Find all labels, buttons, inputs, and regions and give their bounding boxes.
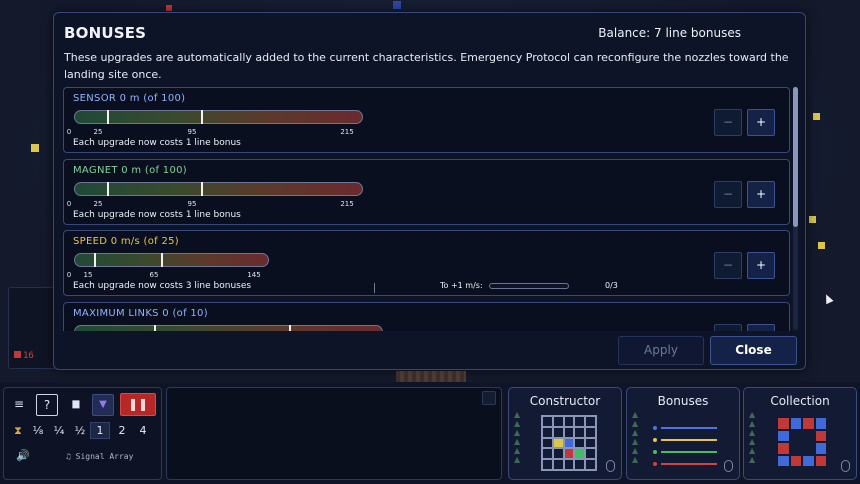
constructor-grid xyxy=(541,415,597,471)
mouse-icon xyxy=(724,460,733,472)
upgrade-magnet: MAGNET 0 m (of 100) 0 25 95 215 Each upg… xyxy=(63,159,790,225)
panel-toggle[interactable] xyxy=(482,391,496,405)
upgrade-cost: Each upgrade now costs 1 line bonus xyxy=(73,210,241,220)
upgrade-bar xyxy=(74,182,363,196)
scrollbar-thumb[interactable] xyxy=(793,87,798,227)
bar-tick-label: 145 xyxy=(247,271,261,279)
bar-tick-label: 0 xyxy=(66,200,72,208)
sound-icon[interactable]: 🔊 xyxy=(12,446,34,468)
debris-block xyxy=(166,5,172,11)
list-scrollbar[interactable] xyxy=(793,87,798,330)
bar-tick-label: 25 xyxy=(93,128,103,136)
bar-tick-label: 65 xyxy=(149,271,159,279)
decrease-button[interactable] xyxy=(714,324,742,331)
upgrade-speed: SPEED 0 m/s (of 25) 0 15 65 145 Each upg… xyxy=(63,230,790,296)
bar-threshold xyxy=(161,253,163,267)
debris-block xyxy=(809,216,816,223)
upgrade-maximum-links: MAXIMUM LINKS 0 (of 10) xyxy=(63,302,790,331)
increase-button[interactable] xyxy=(747,324,775,331)
debris-block xyxy=(813,113,820,120)
signal-array-label: ♫ Signal Array xyxy=(66,452,134,461)
pause-button[interactable]: ❚❚ xyxy=(120,393,156,416)
timer-icon: ⧗ xyxy=(14,424,22,437)
speed-option[interactable]: 2 xyxy=(112,424,132,437)
upgrade-list[interactable]: SENSOR 0 m (of 100) 0 25 95 215 Each upg… xyxy=(63,85,798,331)
bar-threshold xyxy=(289,325,291,331)
balance-label: Balance: 7 line bonuses xyxy=(598,26,741,40)
bar-threshold xyxy=(94,253,96,267)
card-title: Bonuses xyxy=(657,394,709,408)
bonus-lines-icon xyxy=(653,423,721,471)
speed-option[interactable]: ½ xyxy=(70,424,90,437)
debris-block xyxy=(31,144,39,152)
dialog-title: BONUSES xyxy=(64,24,147,42)
progress-bar xyxy=(489,283,569,289)
debris-block xyxy=(818,242,825,249)
upgrade-name: SENSOR 0 m (of 100) xyxy=(73,93,186,104)
bar-tick-label: 15 xyxy=(83,271,93,279)
bar-tick-label: 0 xyxy=(66,271,72,279)
menu-icon[interactable]: ≡ xyxy=(8,394,30,416)
speed-option[interactable]: ⅛ xyxy=(28,424,48,437)
arrow-column-icon: ▲ ▲ ▲ ▲ ▲ ▲ xyxy=(514,410,521,464)
mouse-cursor-icon xyxy=(822,292,834,305)
increase-button[interactable]: + xyxy=(747,109,775,136)
mouse-icon xyxy=(606,460,615,472)
bar-threshold xyxy=(201,110,203,124)
card-title: Collection xyxy=(770,394,830,408)
upgrade-sensor: SENSOR 0 m (of 100) 0 25 95 215 Each upg… xyxy=(63,87,790,153)
dialog-description: These upgrades are automatically added t… xyxy=(64,51,789,81)
upgrade-bar xyxy=(74,325,383,331)
upgrade-bar xyxy=(74,110,363,124)
collection-card[interactable]: Collection ▲ ▲ ▲ ▲ ▲ ▲ xyxy=(743,387,857,480)
increase-button[interactable]: + xyxy=(747,252,775,279)
mouse-icon xyxy=(841,460,850,472)
bonuses-card[interactable]: Bonuses ▲ ▲ ▲ ▲ ▲ ▲ xyxy=(626,387,740,480)
stats-icon[interactable]: ▆ xyxy=(65,394,87,416)
close-button[interactable]: Close xyxy=(710,336,797,365)
bonuses-dialog: BONUSES Balance: 7 line bonuses These up… xyxy=(53,12,806,370)
info-panel xyxy=(166,387,502,480)
filter-icon[interactable]: ▼ xyxy=(92,394,114,416)
bar-tick-label: 215 xyxy=(340,128,354,136)
bar-tick-label: 215 xyxy=(340,200,354,208)
speed-option[interactable]: 4 xyxy=(133,424,153,437)
debris-block xyxy=(393,1,401,9)
speed-option-selected[interactable]: 1 xyxy=(90,422,110,439)
bar-threshold xyxy=(107,182,109,196)
decrease-button[interactable]: − xyxy=(714,252,742,279)
bar-threshold xyxy=(107,110,109,124)
arrow-column-icon: ▲ ▲ ▲ ▲ ▲ ▲ xyxy=(749,410,756,464)
upgrade-cost: Each upgrade now costs 1 line bonus xyxy=(73,138,241,148)
arrow-column-icon: ▲ ▲ ▲ ▲ ▲ ▲ xyxy=(632,410,639,464)
block-counter: 16 xyxy=(14,351,34,361)
bar-tick-label: 95 xyxy=(187,128,197,136)
bar-tick-label: 25 xyxy=(93,200,103,208)
collection-icon xyxy=(778,418,826,466)
bar-threshold xyxy=(154,325,156,331)
bar-threshold xyxy=(201,182,203,196)
card-title: Constructor xyxy=(529,394,601,408)
upgrade-cost: Each upgrade now costs 3 line bonuses xyxy=(73,281,252,291)
bar-tick-label: 0 xyxy=(66,128,72,136)
upgrade-name: SPEED 0 m/s (of 25) xyxy=(73,236,179,247)
upgrade-bar xyxy=(74,253,269,267)
upgrade-name: MAGNET 0 m (of 100) xyxy=(73,165,187,176)
help-button[interactable]: ? xyxy=(36,394,58,416)
apply-button[interactable]: Apply xyxy=(618,336,704,365)
decrease-button[interactable]: − xyxy=(714,109,742,136)
decrease-button[interactable]: − xyxy=(714,181,742,208)
increase-button[interactable]: + xyxy=(747,181,775,208)
bar-tick-label: 95 xyxy=(187,200,197,208)
divider xyxy=(374,283,375,293)
progress-label: To +1 m/s: xyxy=(440,281,483,290)
speed-option[interactable]: ¼ xyxy=(49,424,69,437)
constructor-card[interactable]: Constructor ▲ ▲ ▲ ▲ ▲ ▲ xyxy=(508,387,622,480)
progress-count: 0/3 xyxy=(605,281,618,290)
upgrade-name: MAXIMUM LINKS 0 (of 10) xyxy=(73,308,208,319)
